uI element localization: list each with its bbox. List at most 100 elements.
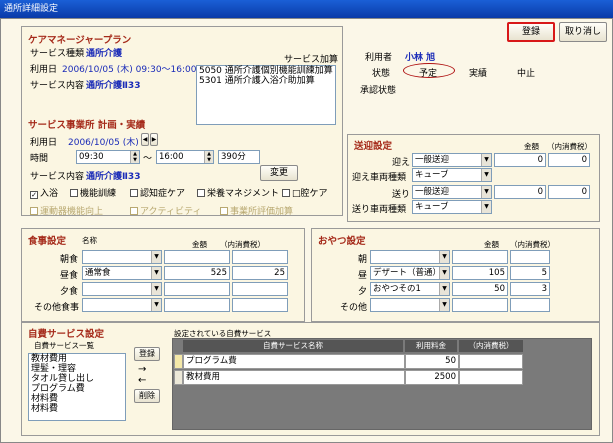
col-fee-header: 利用料金 <box>405 340 457 352</box>
snack-amount[interactable]: 105 <box>452 266 508 280</box>
addon-item[interactable]: 5301 通所介護入浴介助加算 <box>197 76 335 86</box>
list-item[interactable]: 教材費用 <box>29 354 125 364</box>
chevron-down-icon[interactable]: ▼ <box>151 299 161 311</box>
status-cancelled[interactable]: 中止 <box>517 66 535 79</box>
check-function-box[interactable] <box>70 189 78 197</box>
cancel-button[interactable]: 取り消し <box>559 22 607 42</box>
snack-tax[interactable] <box>510 298 550 312</box>
meal-amount[interactable] <box>164 250 230 264</box>
meal-tax[interactable] <box>232 282 288 296</box>
dropoff-amount[interactable]: 0 <box>494 185 546 199</box>
snack-amount[interactable] <box>452 250 508 264</box>
status-planned[interactable]: 予定 <box>419 66 437 79</box>
careplan-panel: ケアマネージャープラン サービス種類 通所介護 利用日 2006/10/05 (… <box>21 26 343 217</box>
date-prev-button[interactable]: ◀ <box>141 133 149 146</box>
selfpay-add-button[interactable]: 登録 <box>134 347 160 361</box>
dropoff-select[interactable]: 一般送迎 ▼ <box>412 185 492 199</box>
row-selector[interactable] <box>174 370 183 385</box>
user-name: 小林 旭 <box>405 53 436 63</box>
pickup-select[interactable]: 一般送迎 ▼ <box>412 153 492 167</box>
snack-name-select[interactable]: おやつその1 ▼ <box>370 282 450 296</box>
chevron-down-icon[interactable]: ▼ <box>151 267 161 279</box>
selfpay-service-list[interactable]: 教材費用 理髪・理容 タオル貸し出し プログラム費 材料費 材料費 <box>28 353 126 421</box>
check-oral-box[interactable] <box>282 189 290 197</box>
table-row-fee[interactable]: 50 <box>405 354 459 369</box>
snack-tax[interactable]: 3 <box>510 282 550 296</box>
addon-list[interactable]: 5050 通所介護個別機能訓練加算 5301 通所介護入浴介助加算 <box>196 65 336 125</box>
check-evaluation-box[interactable] <box>220 207 228 215</box>
list-item[interactable]: 材料費 <box>29 404 125 414</box>
table-row-name[interactable]: 教材費用 <box>183 370 405 385</box>
chevron-down-icon[interactable]: ▼ <box>439 283 449 295</box>
check-dementia-box[interactable] <box>130 189 138 197</box>
status-actual[interactable]: 実績 <box>469 66 487 79</box>
pickup-amount[interactable]: 0 <box>494 153 546 167</box>
addon-label: サービス加算 <box>284 55 339 65</box>
list-item[interactable]: プログラム費 <box>29 384 125 394</box>
duration-field[interactable]: 390分 <box>218 150 260 164</box>
list-item[interactable]: 材料費 <box>29 394 125 404</box>
meal-name-select[interactable]: 通常食 ▼ <box>82 266 162 280</box>
chevron-down-icon[interactable]: ▼ <box>439 299 449 311</box>
check-oral[interactable]: □腔ケア <box>282 186 328 199</box>
snack-tax[interactable] <box>510 250 550 264</box>
chevron-down-icon[interactable]: ▼ <box>151 251 161 263</box>
meal-tax-header: （内消費税） <box>220 240 265 249</box>
list-item[interactable]: タオル貸し出し <box>29 374 125 384</box>
chevron-down-icon[interactable]: ▼ <box>481 186 491 198</box>
register-button[interactable]: 登録 <box>507 22 555 42</box>
addon-item[interactable]: 5050 通所介護個別機能訓練加算 <box>197 66 335 76</box>
chevron-down-icon[interactable]: ▼ <box>481 201 491 213</box>
check-nutrition[interactable]: 栄養マネジメント <box>197 186 279 199</box>
snack-amount[interactable] <box>452 298 508 312</box>
pickup-car-select[interactable]: キューブ ▼ <box>412 168 492 182</box>
time-to-spinner[interactable]: ▲ ▼ <box>204 151 213 163</box>
meal-name-select[interactable]: ▼ <box>82 298 162 312</box>
change-button[interactable]: 変更 <box>260 165 298 181</box>
meal-name-select[interactable]: ▼ <box>82 282 162 296</box>
row-selector[interactable] <box>174 354 183 369</box>
selfpay-delete-button[interactable]: 削除 <box>134 389 160 403</box>
chevron-down-icon[interactable]: ▼ <box>481 154 491 166</box>
dropoff-car-select[interactable]: キューブ ▼ <box>412 200 492 214</box>
list-item[interactable]: 理髪・理容 <box>29 364 125 374</box>
check-activity[interactable]: アクティビティ <box>130 204 201 217</box>
snack-name-select[interactable]: ▼ <box>370 250 450 264</box>
table-row-tax[interactable] <box>459 370 523 385</box>
table-row-name[interactable]: プログラム費 <box>183 354 405 369</box>
pickup-label: 迎え <box>392 158 411 168</box>
check-activity-box[interactable] <box>130 207 138 215</box>
pickup-tax[interactable]: 0 <box>548 153 590 167</box>
meal-tax[interactable] <box>232 298 288 312</box>
time-from-spinner[interactable]: ▲ ▼ <box>130 151 139 163</box>
meal-tax[interactable] <box>232 250 288 264</box>
check-evaluation[interactable]: 事業所評価加算 <box>220 204 293 217</box>
dropoff-tax[interactable]: 0 <box>548 185 590 199</box>
snack-amount[interactable]: 50 <box>452 282 508 296</box>
snack-name-select[interactable]: ▼ <box>370 298 450 312</box>
check-function[interactable]: 機能訓練 <box>70 186 116 199</box>
check-motor-box[interactable] <box>30 207 38 215</box>
check-dementia[interactable]: 認知症ケア <box>130 186 185 199</box>
chevron-down-icon[interactable]: ▼ <box>439 267 449 279</box>
meal-name-select[interactable]: ▼ <box>82 250 162 264</box>
snack-name-select[interactable]: デザート（普通） ▼ <box>370 266 450 280</box>
meal-amount[interactable]: 525 <box>164 266 230 280</box>
check-nutrition-box[interactable] <box>197 189 205 197</box>
time-to-input[interactable]: 16:00 ▲ ▼ <box>156 150 214 164</box>
check-bath[interactable]: ✓ 入浴 <box>30 186 58 199</box>
time-from-value: 09:30 <box>79 152 104 162</box>
chevron-down-icon[interactable]: ▼ <box>439 251 449 263</box>
meal-amount[interactable] <box>164 298 230 312</box>
table-row-fee[interactable]: 2500 <box>405 370 459 385</box>
meal-tax[interactable]: 25 <box>232 266 288 280</box>
date-next-button[interactable]: ▶ <box>150 133 158 146</box>
check-motor[interactable]: 運動器機能向上 <box>30 204 103 217</box>
table-row-tax[interactable] <box>459 354 523 369</box>
check-bath-box[interactable]: ✓ <box>30 191 38 199</box>
meal-amount[interactable] <box>164 282 230 296</box>
chevron-down-icon[interactable]: ▼ <box>151 283 161 295</box>
time-from-input[interactable]: 09:30 ▲ ▼ <box>76 150 140 164</box>
snack-tax[interactable]: 5 <box>510 266 550 280</box>
chevron-down-icon[interactable]: ▼ <box>481 169 491 181</box>
